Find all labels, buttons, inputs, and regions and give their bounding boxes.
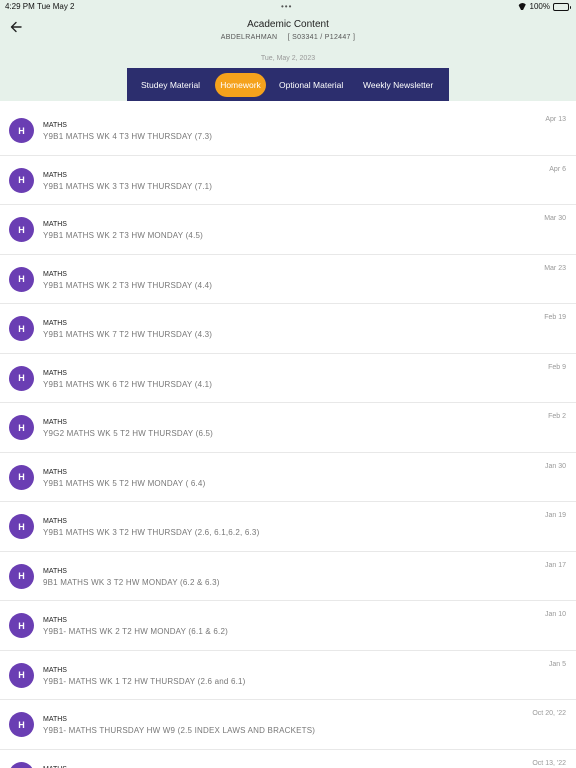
list-item[interactable]: H MATHS Y9B1 MATHS WK 6 T2 HW THURSDAY (4.… (0, 354, 576, 403)
list-item[interactable]: H MATHS 9B1 MATHS WK 3 T2 HW MONDAY (6.2 &… (0, 552, 576, 601)
avatar: H (9, 662, 34, 688)
list-item[interactable]: H MATHS Y9B1 MATHS WK 4 T3 HW THURSDAY (7.… (0, 106, 576, 156)
avatar: H (9, 415, 34, 440)
avatar: H (9, 167, 34, 193)
item-subject: MATHS (43, 666, 67, 674)
item-title: Y9B1 MATHS WK 6 T2 HW THURSDAY (4.1) (43, 379, 213, 389)
avatar: H (9, 316, 34, 341)
item-subject: MATHS (43, 617, 67, 624)
item-date: Feb 2 (548, 413, 566, 420)
item-date: Jan 30 (544, 462, 566, 470)
item-date: Jan 10 (544, 611, 566, 618)
avatar: H (9, 266, 34, 292)
item-subject: MATHS (43, 320, 67, 327)
item-title: Y9B1 MATHS WK 3 T3 HW THURSDAY (7.1) (43, 181, 213, 191)
battery-percent: 100% (529, 2, 550, 11)
item-subject: MATHS (43, 468, 67, 476)
item-date: Oct 13, '22 (532, 759, 566, 767)
item-subject: MATHS (43, 419, 67, 426)
item-title: Y9B1 MATHS WK 7 T2 HW THURSDAY (4.3) (43, 330, 213, 339)
item-date: Apr 13 (545, 116, 566, 123)
wifi-icon (518, 3, 527, 10)
item-title: Y9B1 MATHS WK 5 T2 HW MONDAY ( 6.4) (43, 478, 206, 488)
status-date: Tue May 2 (37, 2, 75, 11)
item-date: Jan 19 (544, 512, 566, 519)
avatar: H (9, 712, 34, 737)
avatar: H (9, 613, 34, 638)
list-item[interactable]: H MATHS Y9B1 MATHS WK 7 T2 HW THURSDAY (4.… (0, 304, 576, 354)
item-date: Feb 9 (548, 363, 566, 371)
tab-weekly-newsletter[interactable]: Weekly Newsletter (363, 80, 433, 90)
avatar: H (9, 217, 34, 242)
item-title: Y9B1 MATHS WK 3 T2 HW THURSDAY (2.6, 6.1… (43, 528, 260, 537)
item-date: Mar 23 (544, 264, 566, 272)
current-date: Tue, May 2, 2023 (260, 55, 316, 62)
item-title: Y9B1 MATHS WK 2 T3 HW MONDAY (4.5) (43, 231, 204, 240)
list-item[interactable]: H MATHS Y9B1 MATHS WK 2 T3 HW THURSDAY (4.… (0, 255, 576, 304)
item-subject: MATHS (43, 221, 67, 228)
item-subject: MATHS (43, 270, 67, 278)
page-title: Academic Content (247, 19, 329, 30)
avatar: H (9, 514, 34, 539)
student-name: ABDELRAHMAN (220, 34, 278, 41)
item-title: Y9B1- MATHS WK 2 T2 HW MONDAY (6.1 & 6.2… (43, 627, 228, 636)
list-item[interactable]: HMATHSOct 13, '22 (0, 750, 576, 768)
student-ids: [ S03341 / P12447 ] (287, 34, 356, 41)
list-item[interactable]: H MATHS Y9B1- MATHS THURSDAY HW W9 (2.5 IN… (0, 700, 576, 750)
item-subject: MATHS (43, 518, 67, 525)
status-bar: 4:29 PM Tue May 2 ••• 100% (0, 0, 576, 13)
battery-icon (553, 2, 571, 11)
avatar: H (9, 464, 34, 490)
list-item[interactable]: H MATHS Y9B1 MATHS WK 2 T3 HW MONDAY (4.5)… (0, 205, 576, 255)
tab-homework[interactable]: Homework (215, 73, 266, 97)
item-date: Apr 6 (549, 165, 566, 173)
status-time: 4:29 PM (5, 2, 35, 11)
avatar: H (9, 761, 34, 768)
list-item[interactable]: H MATHS Y9G2 MATHS WK 5 T2 HW THURSDAY (6.… (0, 403, 576, 453)
item-subject: MATHS (43, 122, 67, 129)
list-item[interactable]: H MATHS Y9B1 MATHS WK 5 T2 HW MONDAY ( 6.4… (0, 453, 576, 502)
status-right: 100% (518, 2, 571, 11)
item-date: Jan 5 (548, 660, 566, 668)
item-title: Y9G2 MATHS WK 5 T2 HW THURSDAY (6.5) (43, 429, 214, 438)
list-item[interactable]: H MATHS Y9B1 MATHS WK 3 T3 HW THURSDAY (7.… (0, 156, 576, 205)
item-title: 9B1 MATHS WK 3 T2 HW MONDAY (6.2 & 6.3) (43, 577, 220, 587)
item-subject: MATHS (43, 567, 67, 575)
list-item[interactable]: H MATHS Y9B1 MATHS WK 3 T2 HW THURSDAY (2.… (0, 502, 576, 552)
item-date: Jan 17 (544, 561, 566, 569)
header-area: 4:29 PM Tue May 2 ••• 100% Academic Cont… (0, 0, 576, 101)
tab-bar: Studey Material Homework Optional Materi… (127, 68, 449, 101)
item-date: Oct 20, '22 (532, 710, 566, 717)
item-date: Mar 30 (544, 215, 566, 222)
list-item[interactable]: H MATHS Y9B1- MATHS WK 2 T2 HW MONDAY (6.1… (0, 601, 576, 651)
item-title: Y9B1- MATHS THURSDAY HW W9 (2.5 INDEX LA… (43, 726, 316, 735)
avatar: H (9, 365, 34, 391)
tab-optional-material[interactable]: Optional Material (279, 80, 343, 90)
item-subject: MATHS (43, 171, 67, 179)
avatar: H (9, 563, 34, 589)
item-title: Y9B1 MATHS WK 4 T3 HW THURSDAY (7.3) (43, 132, 213, 141)
student-info: ABDELRAHMAN [ S03341 / P12447 ] (0, 34, 576, 41)
tab-study-material[interactable]: Studey Material (141, 80, 200, 90)
item-subject: MATHS (43, 369, 67, 377)
homework-list: H MATHS Y9B1 MATHS WK 4 T3 HW THURSDAY (7.… (0, 106, 576, 768)
avatar: H (9, 118, 34, 143)
item-title: Y9B1 MATHS WK 2 T3 HW THURSDAY (4.4) (43, 280, 213, 290)
item-date: Feb 19 (544, 314, 566, 321)
multitask-dots-icon[interactable]: ••• (281, 2, 292, 11)
list-item[interactable]: H MATHS Y9B1- MATHS WK 1 T2 HW THURSDAY (2… (0, 651, 576, 700)
item-subject: MATHS (43, 716, 67, 723)
item-title: Y9B1- MATHS WK 1 T2 HW THURSDAY (2.6 and… (43, 676, 246, 686)
